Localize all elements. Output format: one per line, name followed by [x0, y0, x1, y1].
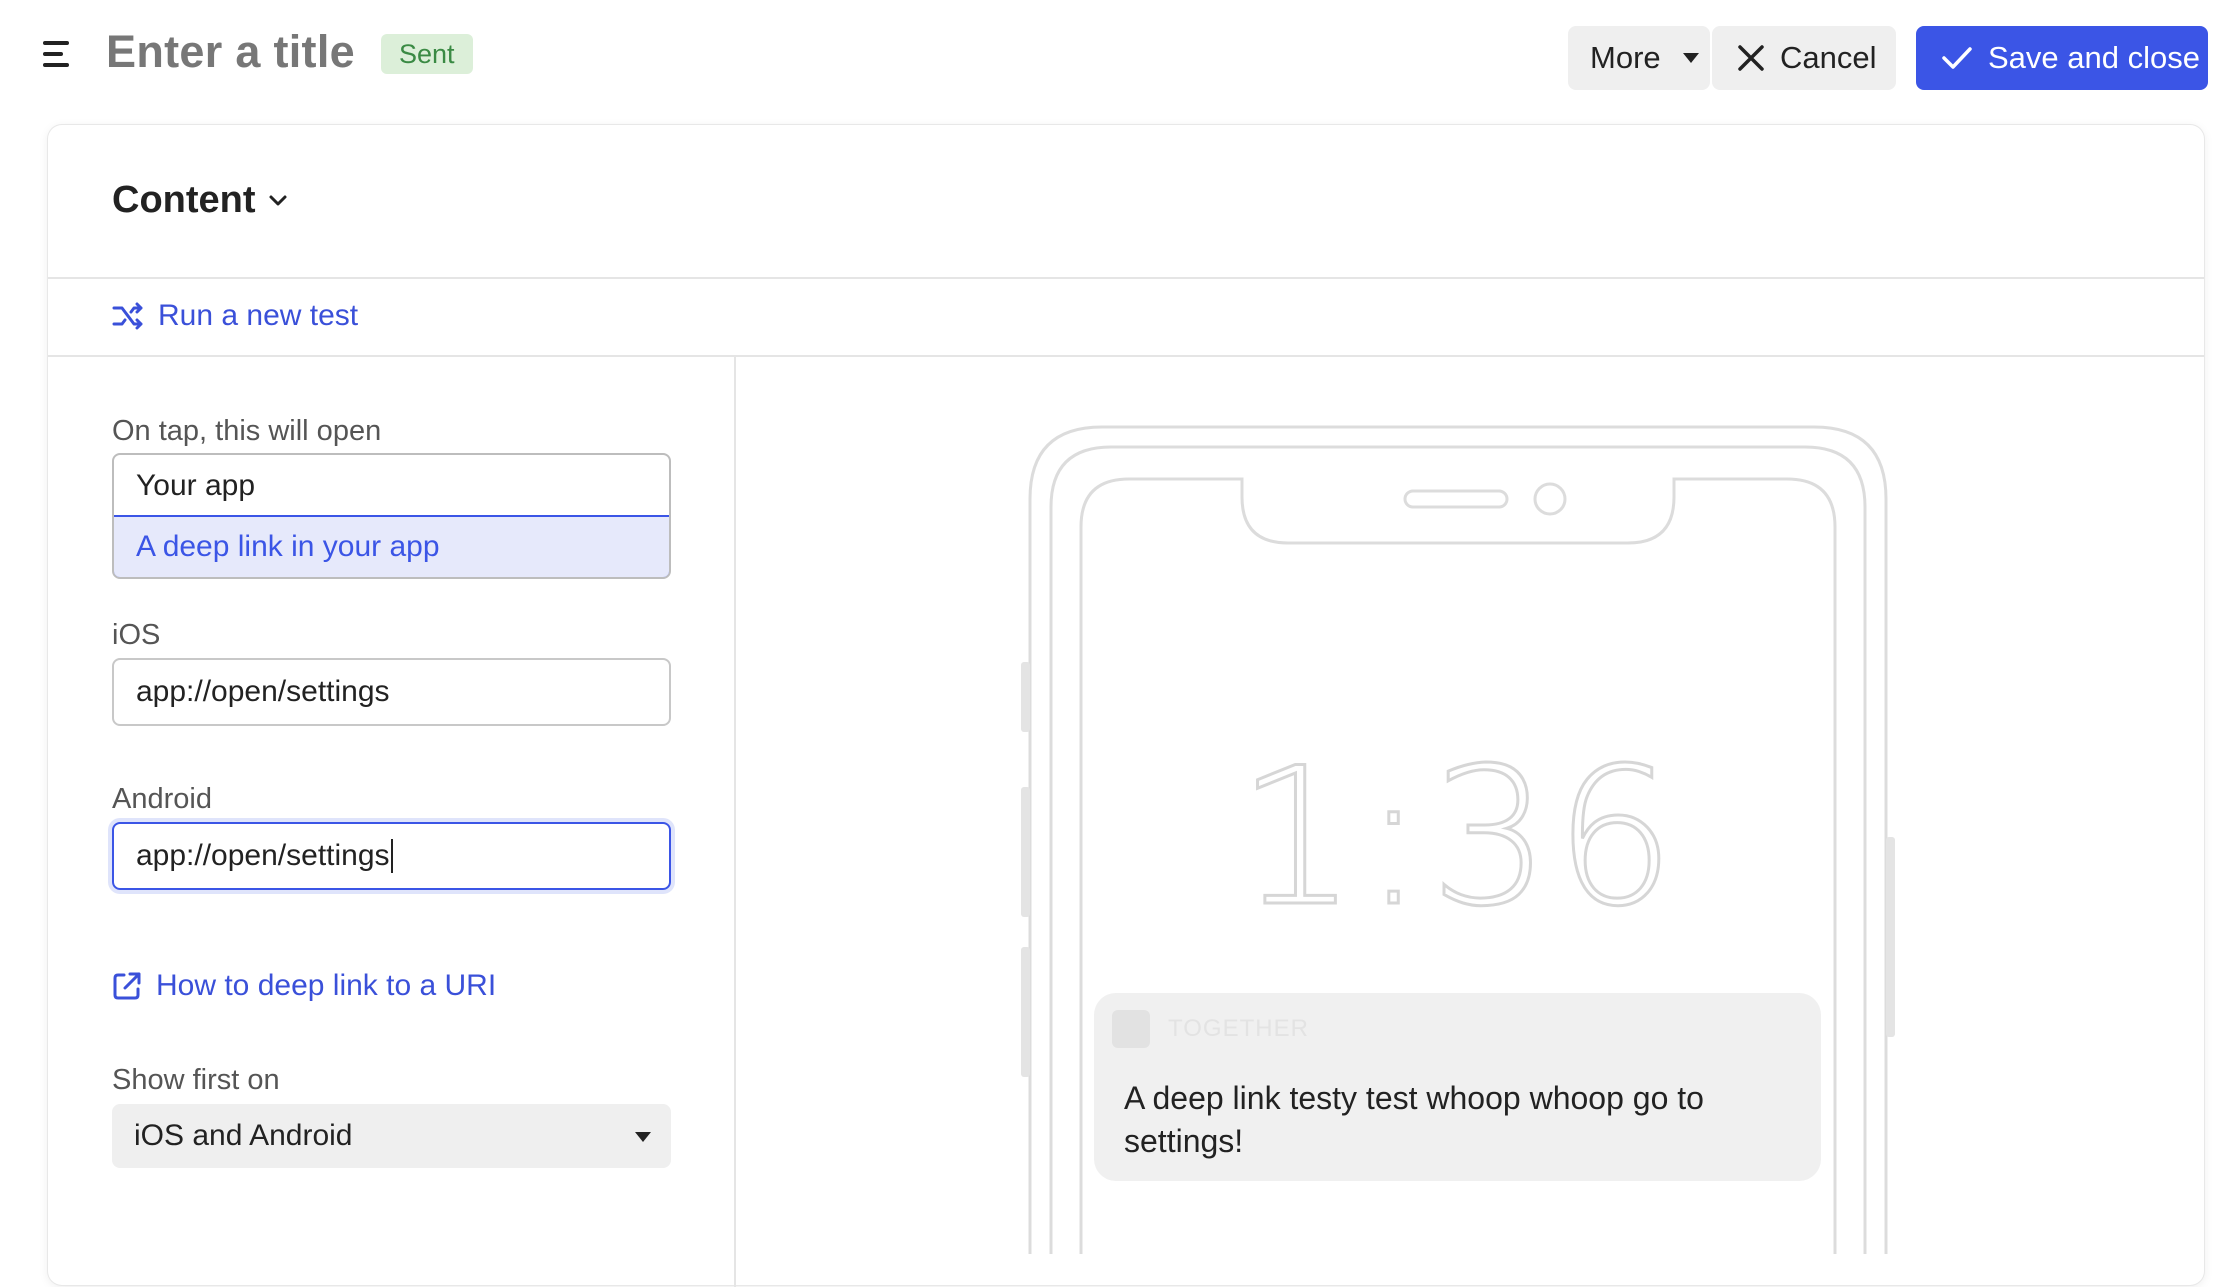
show-first-label: Show first on [112, 1064, 280, 1096]
on-tap-option-deep-link[interactable]: A deep link in your app [114, 515, 669, 577]
top-bar: Enter a title Sent More Cancel Save and … [0, 0, 2230, 115]
android-deep-link-input[interactable]: app://open/settings [112, 822, 671, 890]
run-new-test-label: Run a new test [158, 299, 359, 332]
caret-down-icon [1682, 53, 1699, 63]
lock-screen-time: 1:36 [1235, 726, 1680, 950]
close-icon [1738, 45, 1764, 71]
content-section-header: Content [48, 125, 2204, 279]
more-button[interactable]: More [1568, 26, 1710, 90]
title-input[interactable]: Enter a title [106, 22, 355, 82]
on-tap-option-your-app[interactable]: Your app [114, 455, 669, 517]
notification-preview: TOGETHER A deep link testy test whoop wh… [1094, 993, 1821, 1181]
checkmark-icon [1942, 47, 1972, 69]
chevron-down-icon [269, 195, 287, 205]
content-section-toggle[interactable]: Content [112, 179, 288, 222]
cancel-button-label: Cancel [1780, 40, 1877, 75]
text-cursor [390, 839, 393, 873]
save-button-label: Save and close [1988, 40, 2200, 75]
notification-text: A deep link testy test whoop whoop go to… [1124, 1080, 1704, 1159]
ios-input-value: app://open/settings [136, 675, 390, 708]
save-and-close-button[interactable]: Save and close [1916, 26, 2208, 90]
menu-icon[interactable] [43, 40, 73, 68]
more-button-label: More [1590, 40, 1661, 75]
app-icon-placeholder [1112, 1010, 1150, 1048]
deep-link-form: On tap, this will open Your app A deep l… [48, 357, 736, 1287]
cancel-button[interactable]: Cancel [1712, 26, 1896, 90]
ios-deep-link-input[interactable]: app://open/settings [112, 658, 671, 726]
caret-down-icon [635, 1132, 651, 1142]
on-tap-segmented-control: Your app A deep link in your app [112, 453, 671, 579]
ios-label: iOS [112, 619, 161, 651]
deep-link-help-link[interactable]: How to deep link to a URI [112, 969, 496, 1003]
run-new-test-link[interactable]: Run a new test [112, 299, 358, 333]
show-first-select[interactable]: iOS and Android [112, 1104, 671, 1168]
content-section-title: Content [112, 179, 256, 221]
show-first-value: iOS and Android [134, 1119, 353, 1152]
status-badge: Sent [381, 34, 473, 74]
android-label: Android [112, 783, 212, 815]
notification-app-name: TOGETHER [1168, 1015, 1309, 1042]
on-tap-label: On tap, this will open [112, 415, 382, 447]
shuffle-icon [112, 302, 143, 330]
android-input-value: app://open/settings [136, 839, 390, 872]
help-link-label: How to deep link to a URI [156, 969, 497, 1002]
external-link-icon [113, 972, 141, 1000]
test-row: Run a new test [48, 279, 2204, 357]
